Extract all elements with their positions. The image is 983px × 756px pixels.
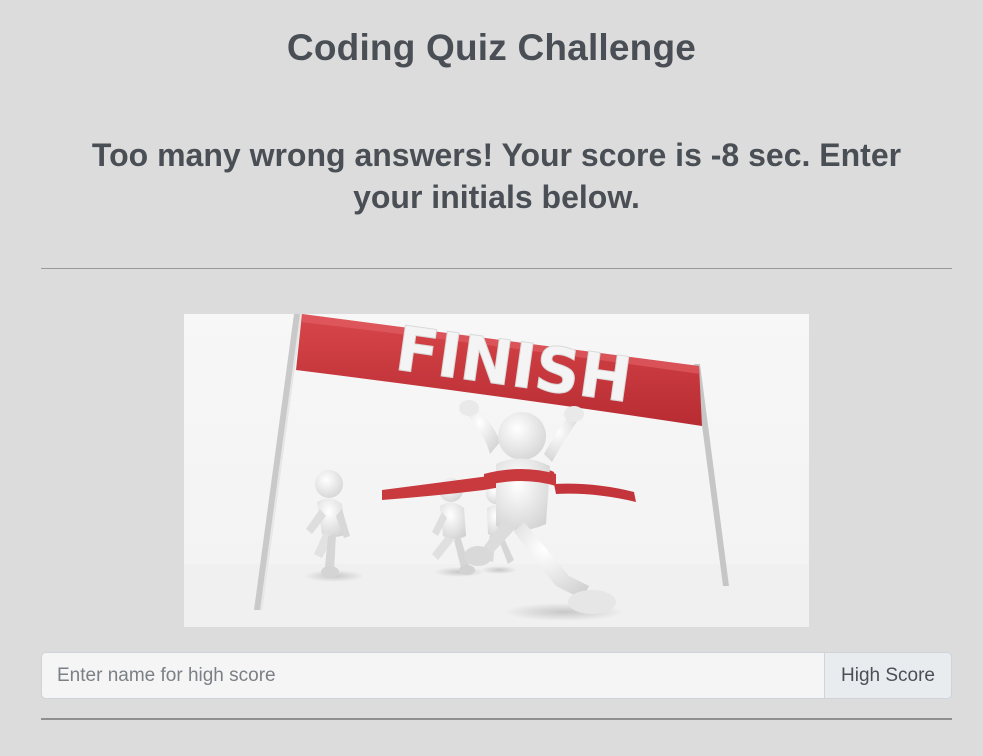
- high-score-button[interactable]: High Score: [824, 652, 952, 699]
- score-message: Too many wrong answers! Your score is -8…: [91, 137, 902, 215]
- page-title: Coding Quiz Challenge: [286, 27, 697, 68]
- divider-top: [41, 268, 952, 269]
- divider-bottom: [41, 718, 952, 720]
- runner-left: [306, 470, 350, 578]
- initials-input[interactable]: [41, 652, 824, 699]
- finish-line-image: FINISH: [184, 314, 809, 627]
- banner-text: FINISH: [391, 314, 636, 417]
- finish-line-illustration: FINISH: [184, 314, 809, 627]
- high-score-form: High Score: [41, 652, 952, 699]
